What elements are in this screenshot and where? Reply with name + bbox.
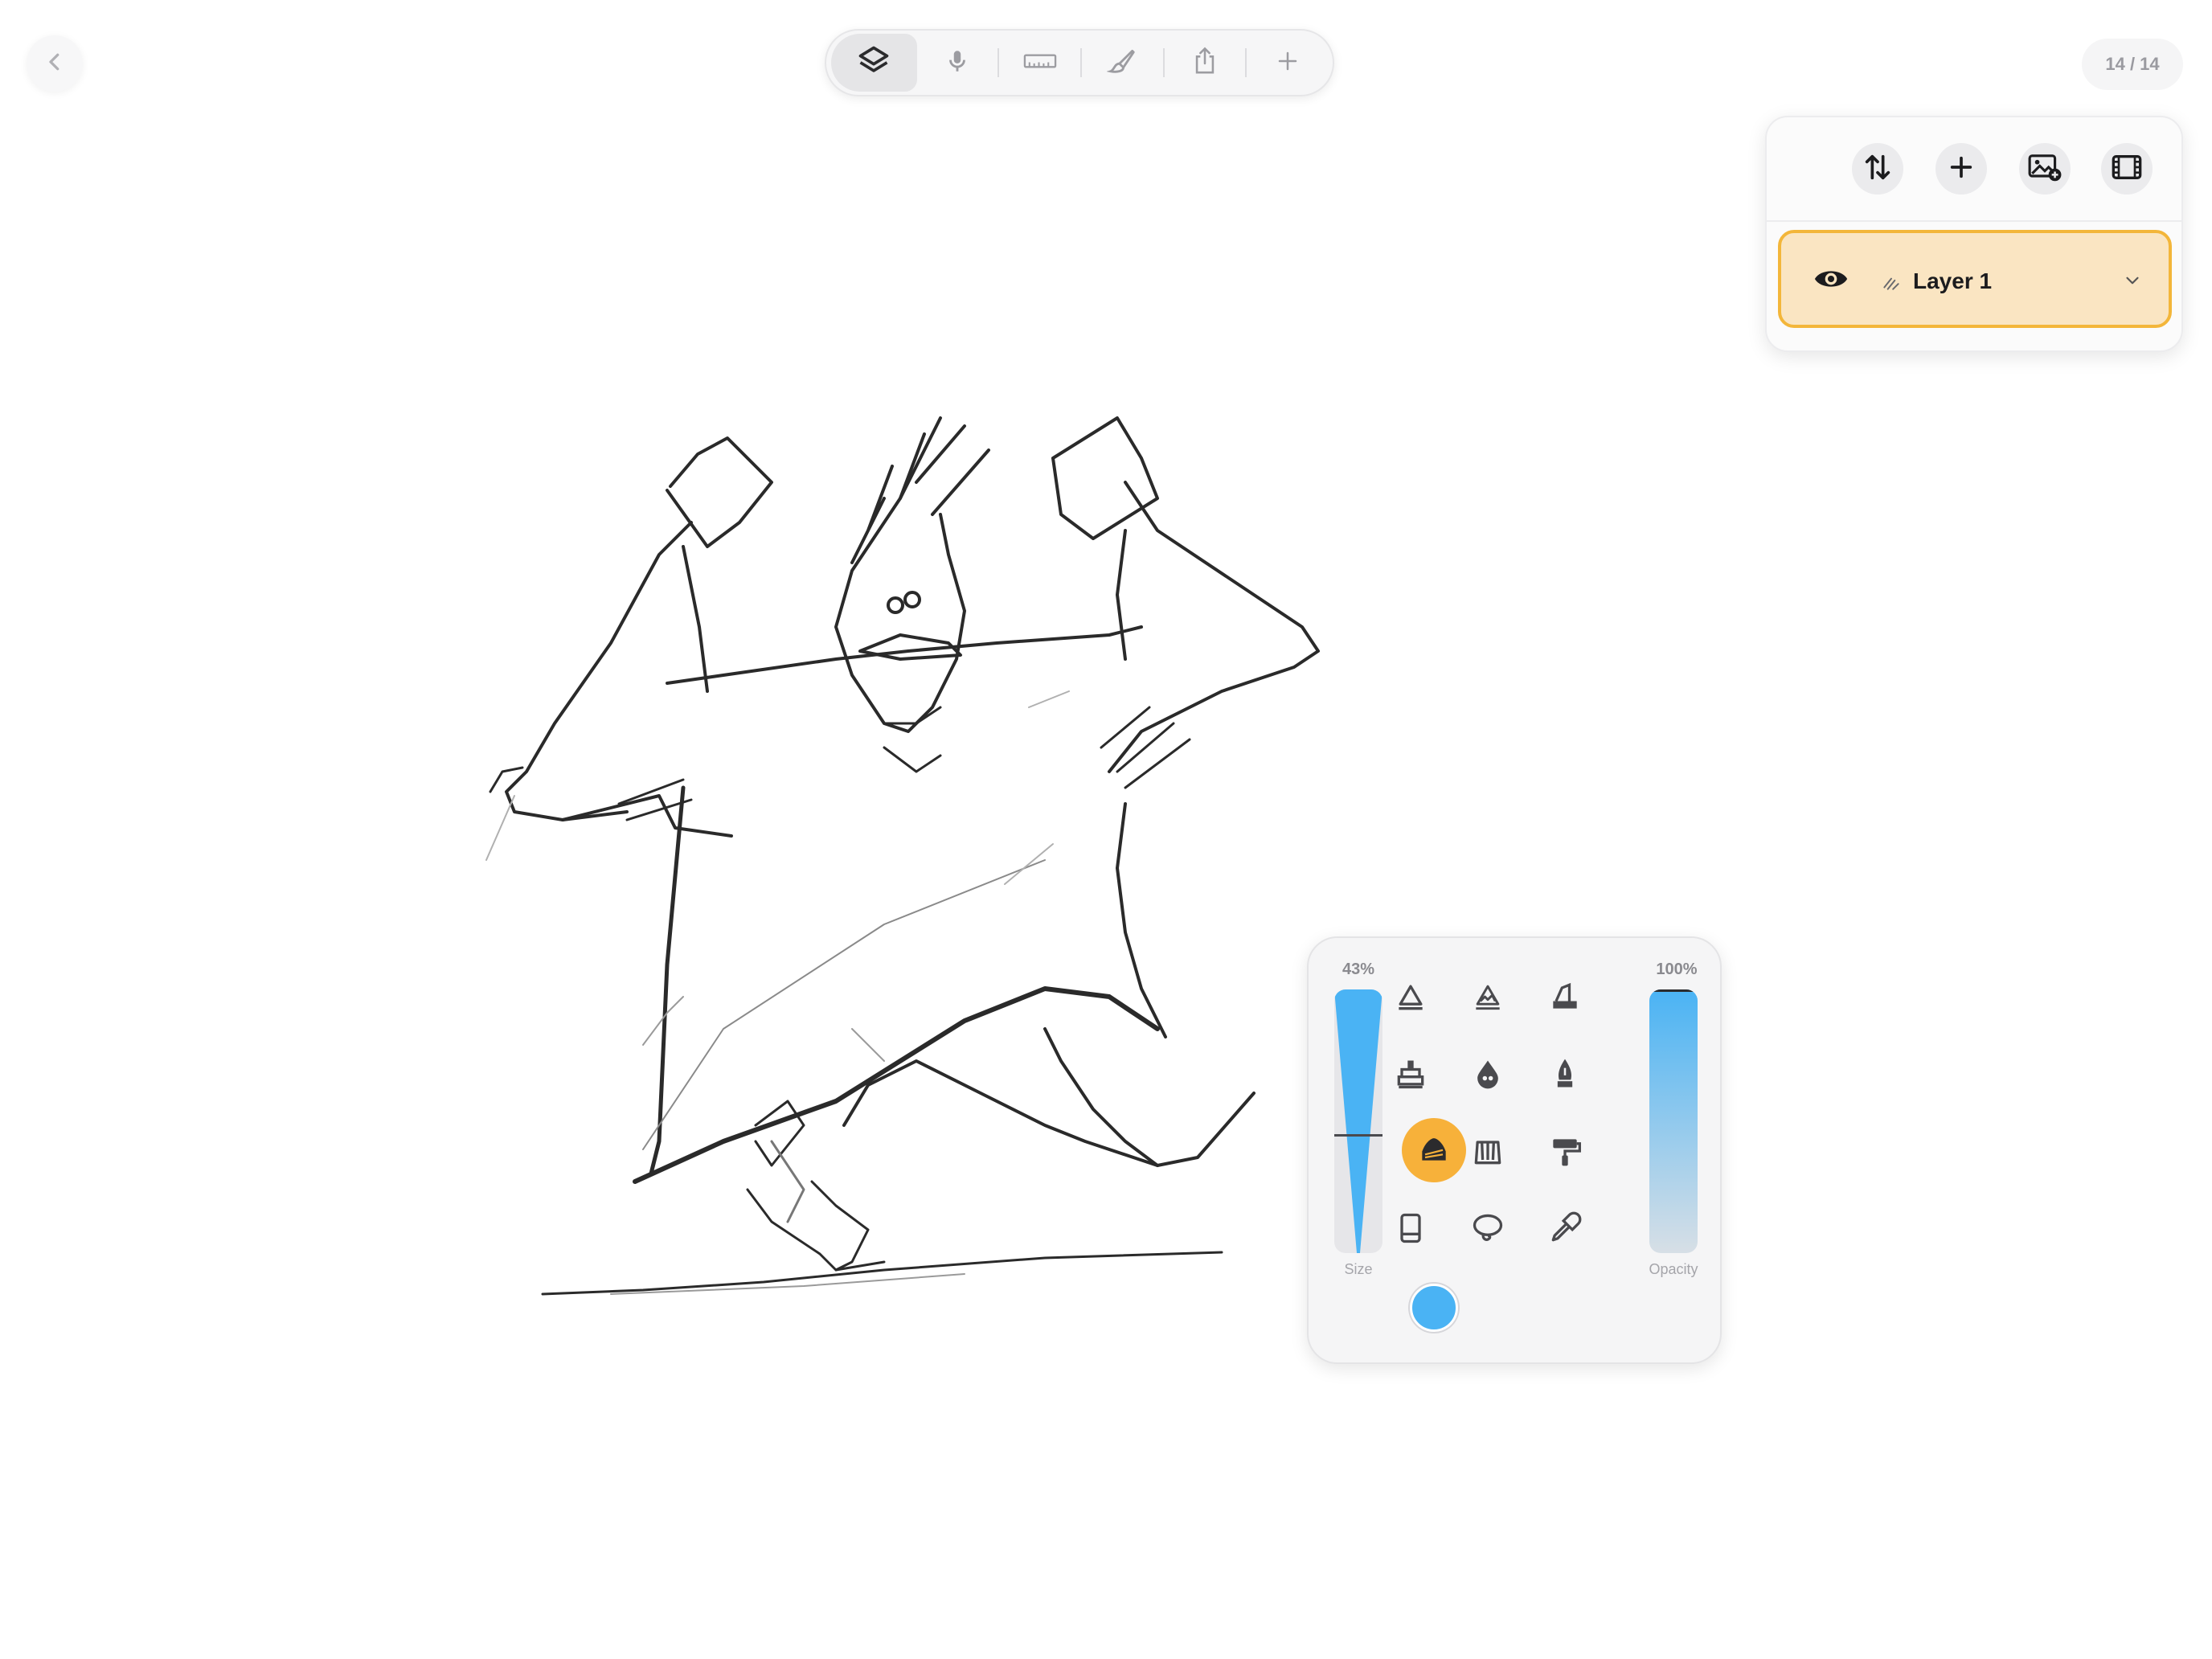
chevron-left-icon: [43, 50, 67, 78]
chisel-marker-brush[interactable]: [1537, 970, 1593, 1026]
eraser-tool[interactable]: [1382, 1202, 1439, 1258]
animation-button[interactable]: [2101, 143, 2153, 195]
film-icon: [2111, 154, 2143, 185]
paint-roller-brush[interactable]: [1537, 1124, 1593, 1181]
ink-drop-brush[interactable]: [1460, 1047, 1516, 1104]
add-page-button[interactable]: [1247, 34, 1328, 92]
ruler-icon: [1022, 47, 1058, 79]
lasso-tool[interactable]: [1460, 1202, 1516, 1258]
brushes-button[interactable]: [1082, 34, 1163, 92]
pencil-icon: [1393, 979, 1428, 1018]
pencil-brush[interactable]: [1382, 970, 1439, 1026]
layer-name: Layer 1: [1913, 268, 1993, 293]
plus-icon: [1948, 154, 1975, 185]
textured-pencil-icon: [1470, 979, 1505, 1018]
sketch-layer-icon: [1881, 272, 1902, 297]
fountain-pen-brush[interactable]: [1537, 1047, 1593, 1104]
reorder-layers-button[interactable]: [1852, 143, 1903, 195]
import-image-button[interactable]: [2019, 143, 2071, 195]
eye-icon[interactable]: [1813, 265, 1849, 297]
ruler-button[interactable]: [999, 34, 1080, 92]
layers-panel: Layer 1: [1765, 116, 2183, 352]
layers-actions: [1767, 117, 2181, 222]
opacity-label: Opacity: [1649, 1261, 1698, 1277]
size-label: Size: [1344, 1261, 1373, 1277]
plus-icon: [1276, 49, 1300, 77]
layer-row[interactable]: Layer 1: [1778, 230, 2172, 328]
microphone-icon: [944, 47, 971, 79]
add-layer-button[interactable]: [1936, 143, 1987, 195]
flat-brush-brush[interactable]: [1460, 1124, 1516, 1181]
share-icon: [1191, 46, 1219, 80]
charcoal-icon: [1416, 1131, 1452, 1170]
stamp-marker-brush[interactable]: [1382, 1047, 1439, 1104]
image-add-icon: [2027, 151, 2062, 187]
textured-pencil-brush[interactable]: [1460, 970, 1516, 1026]
chevron-down-icon[interactable]: [2122, 270, 2143, 295]
paint-roller-icon: [1547, 1133, 1583, 1173]
top-toolbar: [825, 29, 1334, 96]
opacity-percent: 100%: [1656, 961, 1698, 978]
eraser-icon: [1393, 1210, 1428, 1250]
stamp-marker-icon: [1393, 1056, 1428, 1096]
layers-icon: [856, 43, 891, 83]
chisel-marker-icon: [1547, 979, 1583, 1018]
size-slider[interactable]: [1334, 989, 1382, 1253]
lasso-icon: [1470, 1210, 1505, 1250]
page-counter[interactable]: 14 / 14: [2082, 39, 2183, 90]
flat-brush-icon: [1470, 1133, 1505, 1173]
ink-drop-icon: [1470, 1056, 1505, 1096]
size-percent: 43%: [1342, 961, 1375, 978]
layers-button[interactable]: [831, 34, 917, 92]
brush-icon: [1106, 46, 1137, 80]
fountain-pen-icon: [1547, 1056, 1583, 1096]
swap-vertical-icon: [1862, 151, 1894, 187]
brush-panel: 43% Size 100% Opacity: [1307, 936, 1722, 1364]
opacity-slider[interactable]: [1649, 989, 1698, 1253]
size-slider-thumb[interactable]: [1334, 1134, 1382, 1137]
eyedropper-tool[interactable]: [1537, 1202, 1593, 1258]
charcoal-brush[interactable]: [1402, 1118, 1466, 1182]
eyedropper-icon: [1547, 1210, 1583, 1250]
opacity-slider-thumb[interactable]: [1649, 989, 1698, 992]
record-button[interactable]: [917, 34, 998, 92]
share-button[interactable]: [1165, 34, 1246, 92]
back-button[interactable]: [27, 35, 83, 92]
current-color-swatch[interactable]: [1410, 1284, 1458, 1332]
